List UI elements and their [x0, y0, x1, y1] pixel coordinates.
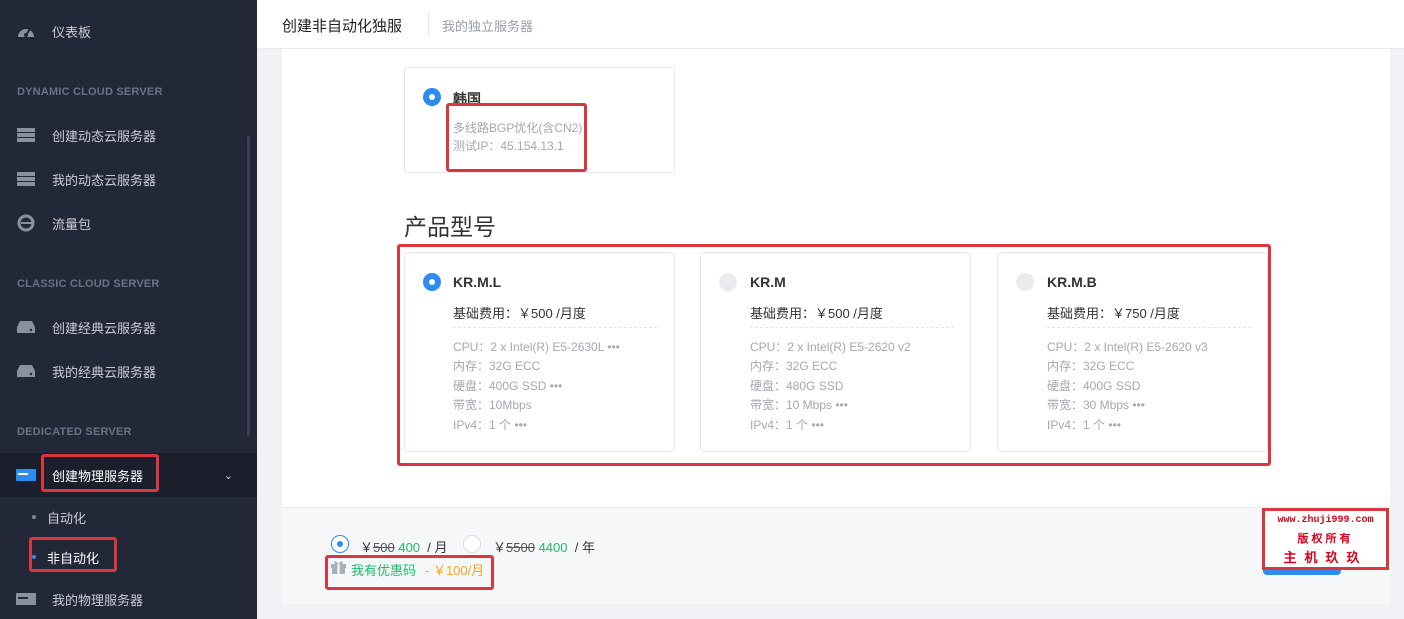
hdd-icon	[16, 363, 36, 379]
product-fee: 基础费用：￥500 /月度	[453, 306, 586, 321]
server-icon	[16, 127, 36, 143]
sidebar-item-label: 非自动化	[47, 550, 100, 566]
products-heading: 产品型号	[404, 214, 496, 240]
spec-bandwidth: 带宽：10 Mbps •••	[750, 398, 848, 412]
top-header: 创建非自动化独服 我的独立服务器	[257, 0, 1404, 49]
sidebar-item-dashboard[interactable]: 仪表板	[0, 9, 257, 53]
section-dynamic-cloud: DYNAMIC CLOUD SERVER	[17, 86, 163, 98]
section-classic-cloud: CLASSIC CLOUD SERVER	[17, 278, 160, 290]
header-divider	[428, 12, 429, 36]
watermark: www.zhuji999.com 版权所有 主机玖玖	[1262, 508, 1389, 570]
old-price: 500	[373, 540, 395, 555]
hdd-icon	[16, 319, 36, 335]
sidebar-item-my-physical[interactable]: 我的物理服务器	[0, 577, 257, 619]
physical-server-icon	[16, 467, 36, 483]
product-radio[interactable]	[1016, 273, 1034, 291]
price-unit: / 年	[574, 540, 595, 555]
sidebar-item-label: 我的动态云服务器	[52, 172, 157, 188]
sidebar-item-create-classic[interactable]: 创建经典云服务器	[0, 305, 257, 349]
spec-ipv4: IPv4：1 个 •••	[750, 418, 824, 432]
spec-ipv4: IPv4：1 个 •••	[453, 418, 527, 432]
spec-memory: 内存：32G ECC	[453, 359, 541, 373]
divider	[453, 327, 657, 328]
old-price: 5500	[506, 540, 535, 555]
sidebar-item-label: 创建动态云服务器	[52, 128, 157, 144]
spec-bandwidth: 带宽：10Mbps	[453, 398, 532, 412]
spec-cpu: CPU：2 x Intel(R) E5-2630L •••	[453, 340, 620, 354]
physical-server-icon	[16, 591, 36, 607]
sidebar-item-label: 创建经典云服务器	[52, 320, 157, 336]
chevron-down-icon: ⌄	[223, 469, 233, 482]
watermark-brand: 主机玖玖	[1283, 550, 1368, 565]
watermark-url: www.zhuji999.com	[1277, 515, 1374, 526]
product-fee: 基础费用：￥500 /月度	[750, 306, 883, 321]
breadcrumb[interactable]: 我的独立服务器	[442, 16, 533, 35]
spec-disk: 硬盘：400G SSD	[1047, 379, 1141, 393]
monthly-price[interactable]: ￥500 400 / 月	[360, 537, 448, 556]
spec-disk: 硬盘：480G SSD	[750, 379, 844, 393]
divider	[1047, 327, 1251, 328]
pricing-footer	[282, 507, 1390, 604]
dashboard-icon	[16, 23, 36, 39]
sidebar-item-label: 我的物理服务器	[52, 592, 144, 608]
divider	[750, 327, 954, 328]
monthly-radio[interactable]	[331, 535, 349, 553]
yearly-radio[interactable]	[463, 535, 481, 553]
sidebar-scrollbar[interactable]	[247, 136, 250, 436]
region-network: 多线路BGP优化(含CN2)	[453, 121, 583, 135]
spec-memory: 内存：32G ECC	[750, 359, 838, 373]
region-name: 韩国	[453, 91, 481, 107]
sidebar-item-traffic[interactable]: 流量包	[0, 201, 257, 245]
product-radio[interactable]	[423, 273, 441, 291]
sidebar-item-create-physical[interactable]: 创建物理服务器 ⌄	[0, 453, 257, 497]
coupon-discount: - ￥100/月	[425, 563, 485, 578]
region-test-ip: 测试IP：45.154.13.1	[453, 139, 564, 153]
sidebar-item-label: 我的经典云服务器	[52, 364, 157, 380]
server-icon	[16, 171, 36, 187]
currency-symbol: ￥	[360, 540, 374, 555]
sidebar: 仪表板 DYNAMIC CLOUD SERVER 创建动态云服务器 我的动态云服…	[0, 0, 257, 619]
product-name: KR.M	[750, 274, 786, 290]
bullet-icon	[32, 555, 36, 559]
watermark-copyright: 版权所有	[1297, 533, 1354, 545]
product-name: KR.M.L	[453, 274, 502, 290]
ie-browser-icon	[16, 214, 36, 232]
section-dedicated: DEDICATED SERVER	[17, 426, 132, 438]
spec-cpu: CPU：2 x Intel(R) E5-2620 v2	[750, 340, 911, 354]
spec-memory: 内存：32G ECC	[1047, 359, 1135, 373]
currency-symbol: ￥	[493, 540, 507, 555]
product-name: KR.M.B	[1047, 274, 1097, 290]
region-radio[interactable]	[423, 88, 441, 106]
sidebar-item-label: 创建物理服务器	[52, 468, 144, 484]
sidebar-sub-non-automated[interactable]: 非自动化	[0, 537, 257, 577]
page-title: 创建非自动化独服	[282, 18, 403, 35]
sidebar-item-label: 仪表板	[52, 24, 92, 40]
new-price: 4400	[538, 540, 568, 555]
spec-bandwidth: 带宽：30 Mbps •••	[1047, 398, 1145, 412]
product-radio[interactable]	[719, 273, 737, 291]
product-fee: 基础费用：￥750 /月度	[1047, 306, 1180, 321]
sidebar-item-label: 自动化	[47, 510, 87, 526]
new-price: 400	[398, 540, 421, 555]
yearly-price[interactable]: ￥5500 4400 / 年	[493, 537, 595, 556]
sidebar-sub-automated[interactable]: 自动化	[0, 497, 257, 537]
coupon-link[interactable]: 我有优惠码	[351, 560, 416, 579]
sidebar-item-create-dynamic[interactable]: 创建动态云服务器	[0, 113, 257, 157]
sidebar-item-label: 流量包	[52, 216, 92, 232]
bullet-icon	[32, 515, 36, 519]
sidebar-item-my-classic[interactable]: 我的经典云服务器	[0, 349, 257, 393]
gift-icon	[331, 560, 346, 574]
sidebar-item-my-dynamic[interactable]: 我的动态云服务器	[0, 157, 257, 201]
price-unit: / 月	[427, 540, 448, 555]
spec-ipv4: IPv4：1 个 •••	[1047, 418, 1121, 432]
spec-disk: 硬盘：400G SSD •••	[453, 379, 563, 393]
spec-cpu: CPU：2 x Intel(R) E5-2620 v3	[1047, 340, 1208, 354]
